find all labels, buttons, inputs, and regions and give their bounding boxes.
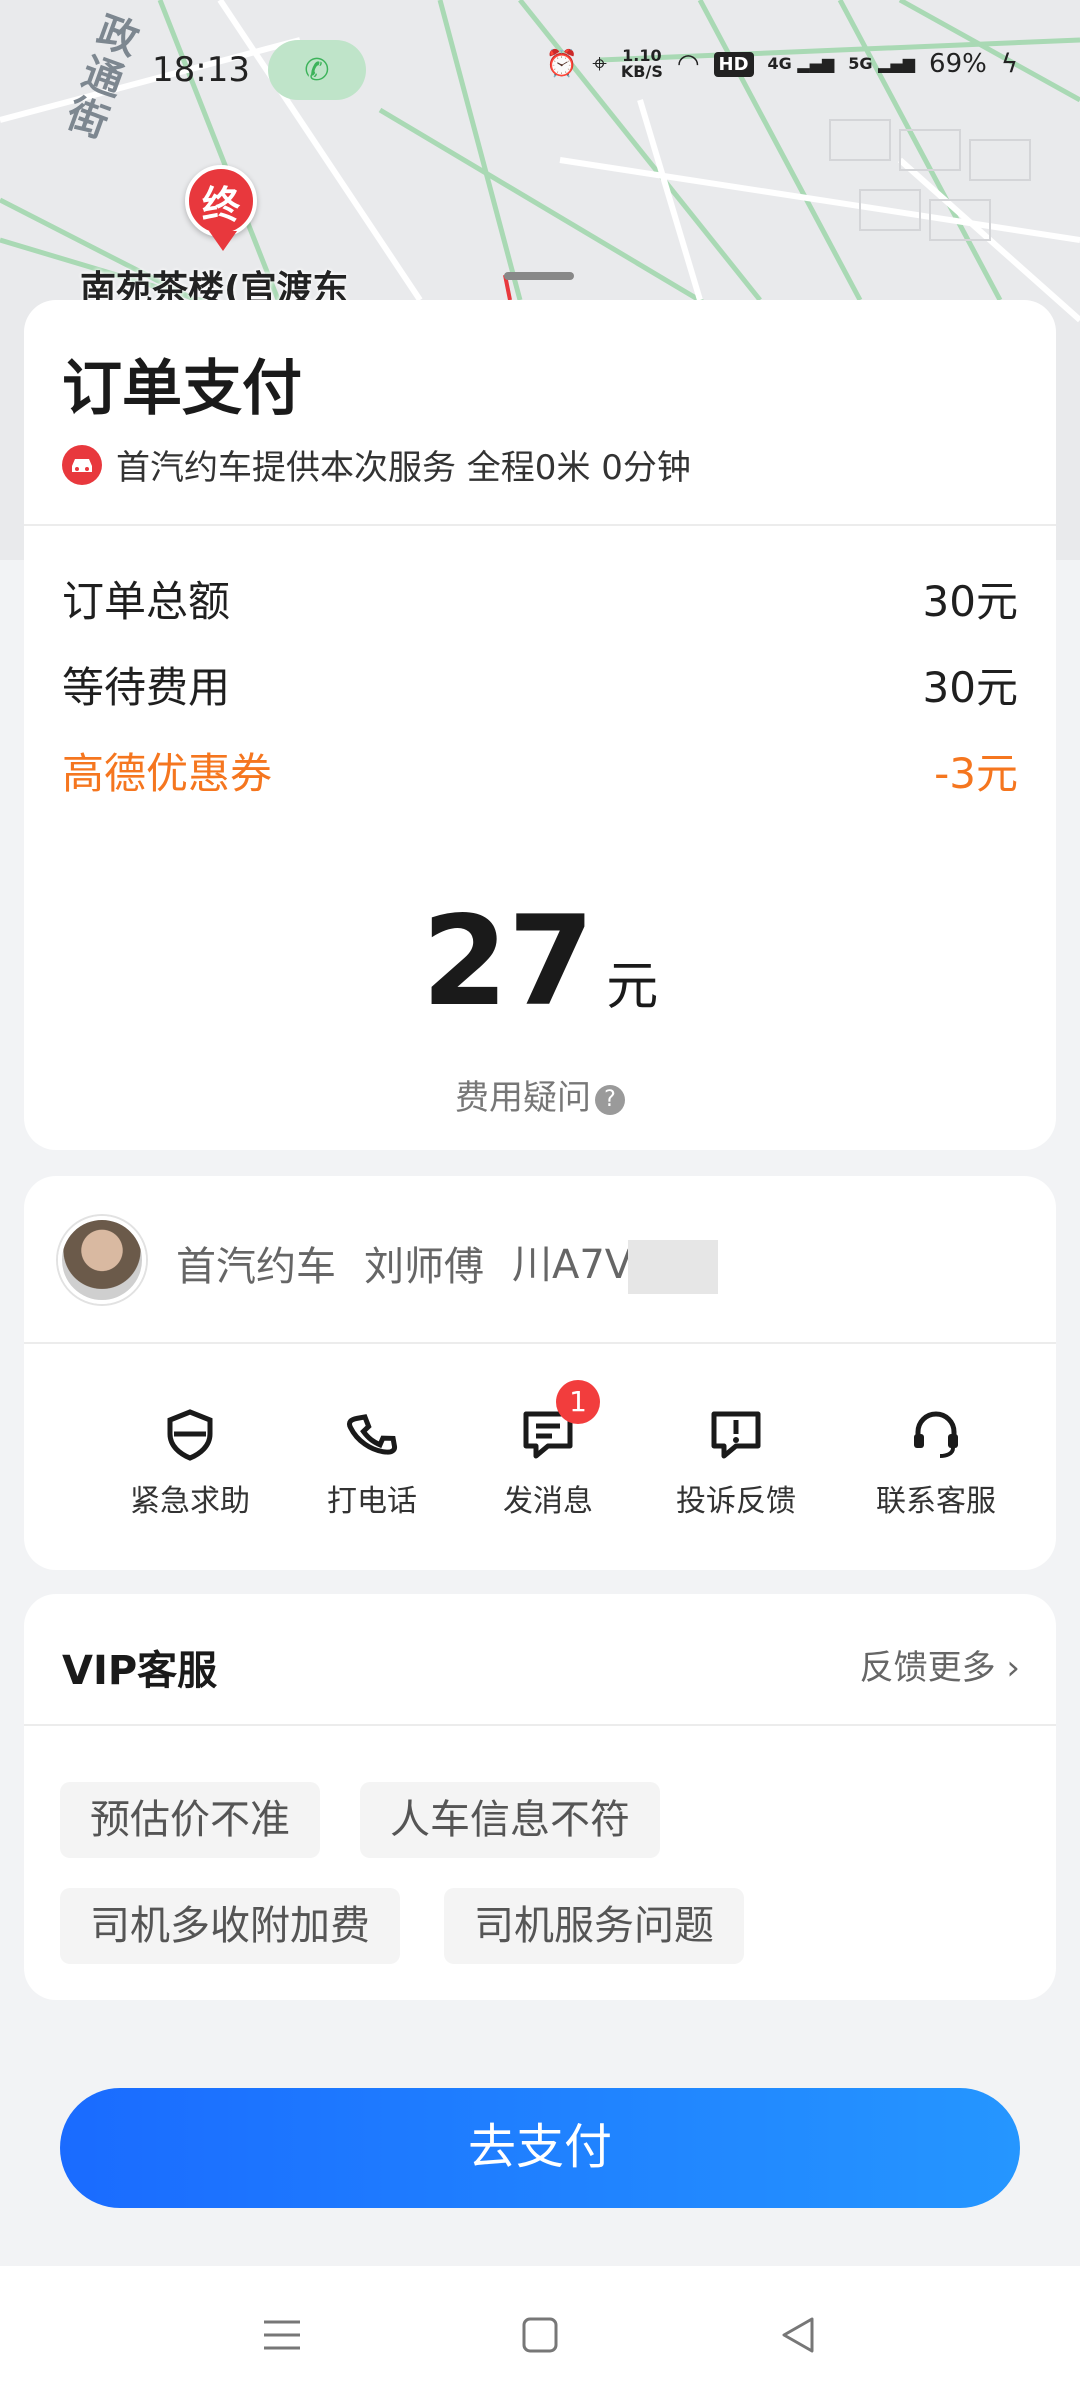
- total-amount: 27 元: [24, 890, 1056, 1034]
- divider: [24, 524, 1056, 526]
- pay-button[interactable]: 去支付: [60, 2088, 1020, 2208]
- hd-icon: HD: [713, 51, 754, 77]
- signal-4g: 4G ▂▄▆: [767, 54, 835, 73]
- unread-badge: 1: [556, 1380, 600, 1424]
- driver-card: 首汽约车 刘师傅 川A7V 紧急求助 打电话 1 发消息 投诉反馈 联系客服: [24, 1176, 1056, 1570]
- fee-row-coupon[interactable]: 高德优惠券 -3元: [62, 740, 1018, 801]
- payment-card: 订单支付 首汽约车提供本次服务 全程0米 0分钟 订单总额 30元 等待费用 3…: [24, 300, 1056, 1150]
- message-icon: 1: [518, 1380, 600, 1464]
- fee-value: 30元: [922, 577, 1018, 626]
- feedback-more-link[interactable]: 反馈更多 ›: [860, 1640, 1020, 1689]
- fee-value: 30元: [922, 663, 1018, 712]
- divider: [24, 1724, 1056, 1726]
- driver-name: 刘师傅: [364, 1244, 484, 1290]
- fee-question-link[interactable]: 费用疑问?: [24, 1070, 1056, 1119]
- end-pin-icon: 终: [185, 165, 257, 237]
- chevron-right-icon: ›: [1006, 1648, 1020, 1688]
- phone-icon: [342, 1404, 402, 1464]
- complaint-icon: [706, 1404, 766, 1464]
- destination-marker[interactable]: 终: [185, 165, 261, 253]
- pin-tail: [209, 231, 237, 251]
- driver-company: 首汽约车: [176, 1244, 336, 1290]
- sheet-drag-handle[interactable]: [504, 272, 574, 280]
- back-triangle-icon: [782, 2317, 814, 2353]
- driver-avatar[interactable]: [58, 1216, 146, 1304]
- signal-5g: 5G ▂▄▆: [848, 54, 916, 73]
- total-unit: 元: [606, 957, 659, 1017]
- fee-row-waiting: 等待费用 30元: [62, 654, 1018, 715]
- question-icon: ?: [595, 1085, 625, 1115]
- net-speed: 1.10 KB/S: [620, 46, 663, 81]
- service-text: 首汽约车提供本次服务 全程0米 0分钟: [116, 448, 691, 488]
- wifi-icon: ◠: [676, 49, 700, 79]
- send-message-button[interactable]: 1 发消息: [448, 1380, 648, 1520]
- back-nav-button[interactable]: [768, 2310, 828, 2360]
- feedback-tag[interactable]: 司机服务问题: [444, 1888, 744, 1964]
- shield-icon: [160, 1404, 220, 1464]
- driver-info: 首汽约车 刘师傅 川A7V: [176, 1232, 719, 1294]
- alarm-icon: ⏰: [545, 49, 579, 79]
- vip-title: VIP客服: [62, 1648, 218, 1694]
- home-nav-button[interactable]: [510, 2310, 570, 2360]
- complaint-feedback-button[interactable]: 投诉反馈: [636, 1404, 836, 1520]
- coupon-label: 高德优惠券: [62, 749, 273, 798]
- fee-label: 订单总额: [62, 577, 231, 626]
- service-summary: 首汽约车提供本次服务 全程0米 0分钟: [62, 440, 691, 489]
- emergency-help-button[interactable]: 紧急求助: [90, 1404, 290, 1520]
- divider: [24, 1342, 1056, 1344]
- ongoing-call-indicator[interactable]: ✆: [268, 40, 366, 100]
- coupon-value: -3元: [934, 749, 1018, 798]
- feedback-tag[interactable]: 人车信息不符: [360, 1782, 660, 1858]
- location-icon: ⌖: [592, 48, 607, 79]
- charging-icon: ϟ: [1000, 49, 1018, 79]
- phone-icon: ✆: [304, 52, 330, 88]
- fee-label: 等待费用: [62, 663, 231, 712]
- status-icons: ⏰ ⌖ 1.10 KB/S ◠ HD 4G ▂▄▆ 5G ▂▄▆ 69% ϟ: [546, 48, 1018, 80]
- status-time: 18:13: [152, 50, 250, 90]
- menu-icon: [264, 2320, 300, 2350]
- plate-mask: [628, 1240, 719, 1294]
- feedback-tag[interactable]: 司机多收附加费: [60, 1888, 400, 1964]
- feedback-tag[interactable]: 预估价不准: [60, 1782, 320, 1858]
- car-plate: 川A7V: [512, 1232, 719, 1294]
- car-icon: [62, 444, 102, 485]
- headset-icon: [906, 1404, 966, 1464]
- fee-row-total: 订单总额 30元: [62, 568, 1018, 629]
- system-nav-bar: [0, 2266, 1080, 2400]
- call-driver-button[interactable]: 打电话: [272, 1404, 472, 1520]
- total-value: 27: [421, 890, 595, 1034]
- battery-level: 69%: [929, 49, 987, 79]
- page-title: 订单支付: [62, 354, 302, 424]
- menu-nav-button[interactable]: [252, 2310, 312, 2360]
- vip-support-card: VIP客服 反馈更多 › 预估价不准 人车信息不符 司机多收附加费 司机服务问题: [24, 1594, 1056, 2000]
- home-square-icon: [522, 2317, 558, 2353]
- contact-support-button[interactable]: 联系客服: [836, 1404, 1036, 1520]
- status-bar: 18:13 ✆ ⏰ ⌖ 1.10 KB/S ◠ HD 4G ▂▄▆ 5G ▂▄▆…: [0, 0, 1080, 140]
